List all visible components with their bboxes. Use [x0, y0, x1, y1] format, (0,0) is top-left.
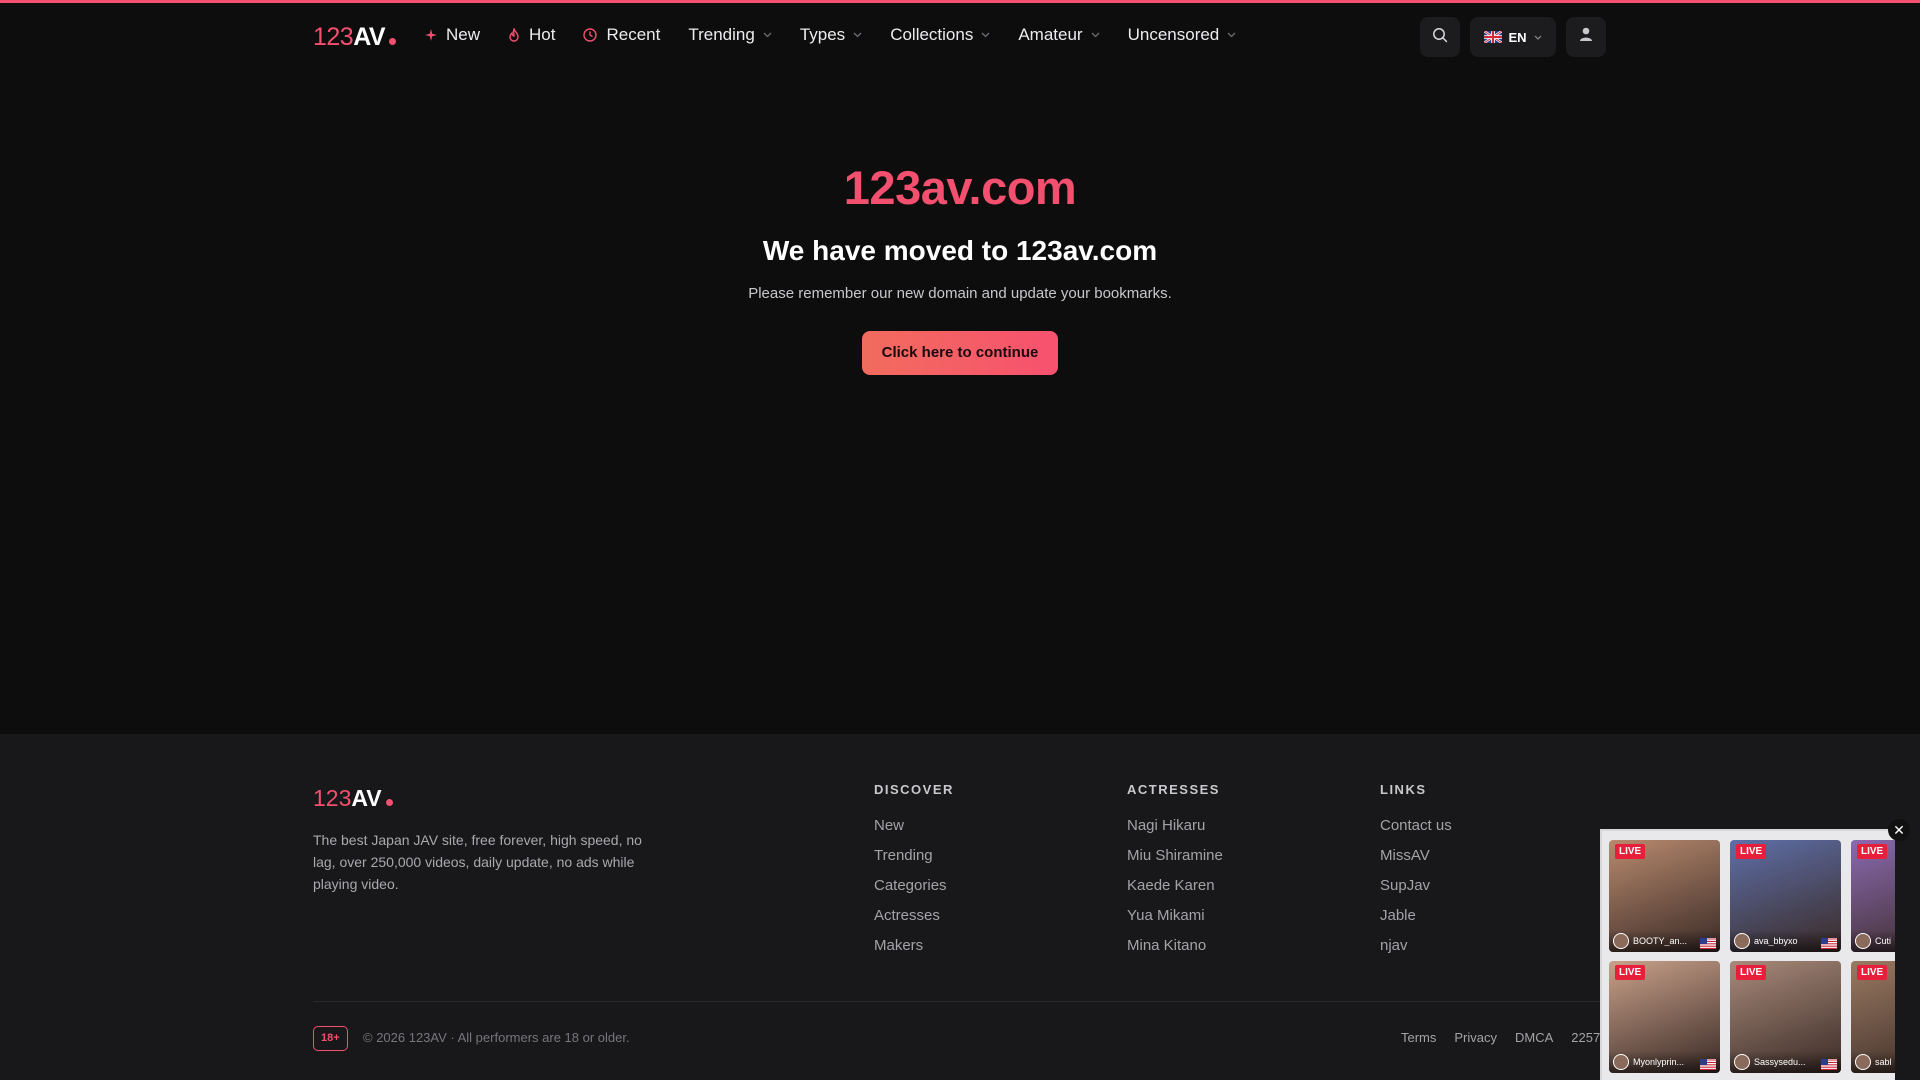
live-badge: LIVE: [1615, 844, 1646, 859]
footer-link[interactable]: Jable: [1380, 907, 1452, 925]
footer-logo[interactable]: 123 AV: [313, 785, 393, 812]
us-flag-icon: [1700, 1057, 1716, 1070]
chevron-down-icon: [1227, 32, 1236, 38]
footer-column-title: DISCOVER: [874, 782, 954, 797]
new-domain-heading: 123av.com: [843, 161, 1077, 214]
moved-notice: 123av.com We have moved to 123av.com Ple…: [0, 160, 1920, 375]
chevron-down-icon: [1091, 32, 1100, 38]
cam-name: Sassysedu...: [1754, 1057, 1806, 1067]
us-flag-icon: [1700, 936, 1716, 949]
cam-name: Cuti: [1875, 936, 1892, 946]
chevron-down-icon: [1534, 32, 1542, 42]
chevron-down-icon: [853, 32, 862, 38]
footer-link[interactable]: New: [874, 817, 954, 835]
flame-icon: [508, 28, 520, 42]
copyright-text: © 2026 123AV · All performers are 18 or …: [363, 1030, 630, 1045]
nav-item-uncensored[interactable]: Uncensored: [1128, 25, 1237, 45]
age-badge: 18+: [313, 1026, 348, 1051]
page-subtitle: Please remember our new domain and updat…: [748, 285, 1172, 302]
avatar: [1734, 933, 1750, 949]
search-icon: [1432, 27, 1448, 48]
live-cam-tile[interactable]: LIVE BOOTY_an...: [1609, 840, 1720, 952]
live-badge: LIVE: [1615, 965, 1646, 980]
nav-item-types[interactable]: Types: [800, 25, 862, 45]
us-flag-icon: [1821, 936, 1837, 949]
user-account-button[interactable]: [1566, 17, 1606, 57]
site-header: 123 AV New Hot Recent Trending Types Col…: [0, 3, 1920, 69]
chevron-down-icon: [763, 32, 772, 38]
live-cam-tile[interactable]: LIVE Myonlyprin...: [1609, 961, 1720, 1073]
footer-link[interactable]: njav: [1380, 937, 1452, 955]
live-cam-tile[interactable]: LIVE Sassysedu...: [1730, 961, 1841, 1073]
chevron-down-icon: [981, 32, 990, 38]
footer-link[interactable]: Categories: [874, 877, 954, 895]
site-logo[interactable]: 123 AV: [313, 23, 397, 52]
footer-link[interactable]: Contact us: [1380, 817, 1452, 835]
footer-legal-links: Terms Privacy DMCA 2257: [1401, 1030, 1618, 1045]
footer-link[interactable]: Trending: [874, 847, 954, 865]
close-icon[interactable]: ✕: [1888, 819, 1910, 841]
footer-link-privacy[interactable]: Privacy: [1454, 1030, 1497, 1045]
cam-name: Myonlyprin...: [1633, 1057, 1685, 1067]
avatar: [1613, 933, 1629, 949]
sparkle-icon: [425, 29, 437, 41]
live-cams-widget: LIVE BOOTY_an... LIVE ava_bbyxo LIVE Cut…: [1600, 829, 1895, 1080]
live-badge: LIVE: [1736, 844, 1767, 859]
footer-column-discover: DISCOVER New Trending Categories Actress…: [874, 782, 954, 967]
cam-name: ava_bbyxo: [1754, 936, 1798, 946]
footer-link-2257[interactable]: 2257: [1571, 1030, 1600, 1045]
avatar: [1855, 1054, 1871, 1070]
language-selector[interactable]: EN: [1470, 17, 1556, 57]
footer-link[interactable]: SupJav: [1380, 877, 1452, 895]
footer-link[interactable]: Yua Mikami: [1127, 907, 1223, 925]
footer-column-title: ACTRESSES: [1127, 782, 1220, 797]
nav-item-hot[interactable]: Hot: [508, 25, 555, 45]
clock-icon: [583, 28, 598, 42]
live-cam-tile[interactable]: LIVE Cuti: [1851, 840, 1895, 952]
continue-button[interactable]: Click here to continue: [861, 331, 1059, 375]
footer-link[interactable]: Mina Kitano: [1127, 937, 1223, 955]
footer-link[interactable]: Makers: [874, 937, 954, 955]
footer-link[interactable]: Kaede Karen: [1127, 877, 1223, 895]
footer-column-title: LINKS: [1380, 782, 1427, 797]
footer-column-links: LINKS Contact us MissAV SupJav Jable nja…: [1380, 782, 1452, 967]
nav-item-recent[interactable]: Recent: [583, 25, 660, 45]
us-flag-icon: [1821, 1057, 1837, 1070]
nav-item-collections[interactable]: Collections: [890, 25, 990, 45]
footer-description: The best Japan JAV site, free forever, h…: [313, 832, 642, 892]
nav-item-new[interactable]: New: [425, 25, 480, 45]
main-nav: New Hot Recent Trending Types Collection…: [425, 25, 1264, 45]
footer-link[interactable]: Actresses: [874, 907, 954, 925]
footer-column-actresses: ACTRESSES Nagi Hikaru Miu Shiramine Kaed…: [1127, 782, 1223, 967]
footer-link[interactable]: Nagi Hikaru: [1127, 817, 1223, 835]
search-button[interactable]: [1420, 17, 1460, 57]
live-cam-tile[interactable]: LIVE ava_bbyxo: [1730, 840, 1841, 952]
footer-link[interactable]: MissAV: [1380, 847, 1452, 865]
live-badge: LIVE: [1736, 965, 1767, 980]
footer-link-terms[interactable]: Terms: [1401, 1030, 1436, 1045]
uk-flag-icon: [1483, 30, 1504, 44]
footer-link[interactable]: Miu Shiramine: [1127, 847, 1223, 865]
live-badge: LIVE: [1857, 844, 1888, 859]
nav-item-amateur[interactable]: Amateur: [1018, 25, 1100, 45]
avatar: [1613, 1054, 1629, 1070]
footer-divider: [313, 1001, 1607, 1002]
cam-name: sabl: [1875, 1057, 1892, 1067]
cam-name: BOOTY_an...: [1633, 936, 1688, 946]
page-title: We have moved to 123av.com: [762, 235, 1158, 266]
footer-link-dmca[interactable]: DMCA: [1515, 1030, 1553, 1045]
avatar: [1734, 1054, 1750, 1070]
live-cam-tile[interactable]: LIVE sabl: [1851, 961, 1895, 1073]
live-badge: LIVE: [1857, 965, 1888, 980]
nav-item-trending[interactable]: Trending: [688, 25, 772, 45]
user-icon: [1579, 27, 1593, 47]
avatar: [1855, 933, 1871, 949]
